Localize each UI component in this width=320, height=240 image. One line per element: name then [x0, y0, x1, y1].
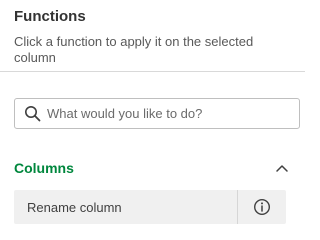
panel-subtitle: Click a function to apply it on the sele…	[14, 34, 254, 65]
search-icon	[23, 105, 41, 123]
section-header-columns[interactable]: Columns	[14, 158, 290, 178]
function-item-rename-column[interactable]: Rename column	[14, 190, 286, 224]
function-item-label: Rename column	[27, 199, 122, 215]
functions-panel: Functions Click a function to apply it o…	[0, 0, 305, 232]
panel-title: Functions	[14, 8, 86, 25]
search-box[interactable]	[14, 98, 300, 129]
info-icon[interactable]	[238, 190, 286, 224]
section-title: Columns	[14, 160, 74, 176]
search-input[interactable]	[47, 106, 287, 121]
chevron-up-icon[interactable]	[274, 160, 290, 176]
panel-header: Functions Click a function to apply it o…	[0, 0, 305, 72]
